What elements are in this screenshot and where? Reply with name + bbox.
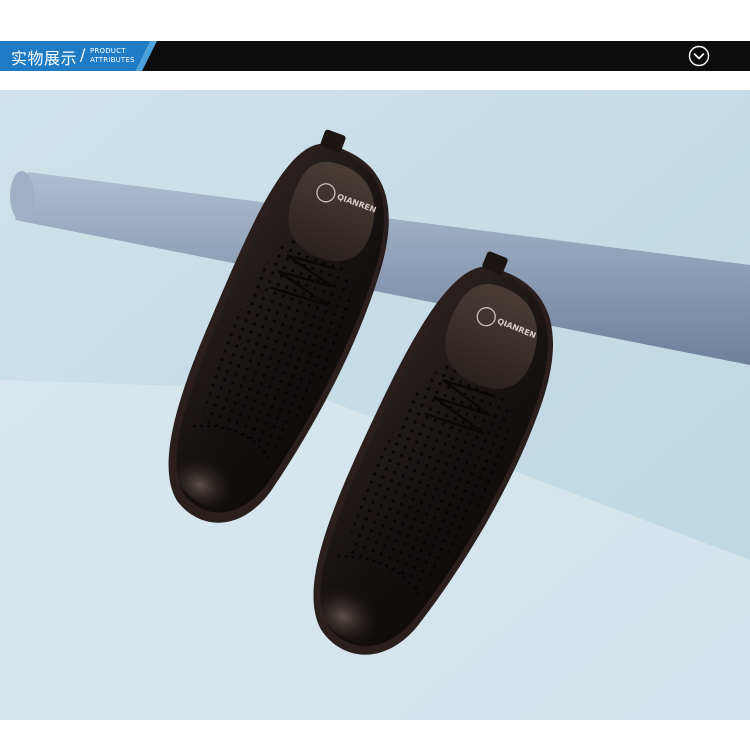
section-subtitle: PRODUCT ATTRIBUTES: [90, 47, 135, 65]
product-photo-illustration: QIANREN QIANREN: [0, 90, 750, 720]
section-header: 实物展示 / PRODUCT ATTRIBUTES: [0, 41, 750, 71]
chevron-down-circle-icon[interactable]: [687, 44, 711, 68]
product-photo: QIANREN QIANREN: [0, 90, 750, 720]
subtitle-line-1: PRODUCT: [90, 47, 126, 55]
section-title: 实物展示: [11, 49, 78, 68]
subtitle-line-2: ATTRIBUTES: [90, 56, 135, 64]
title-separator: /: [80, 45, 86, 64]
